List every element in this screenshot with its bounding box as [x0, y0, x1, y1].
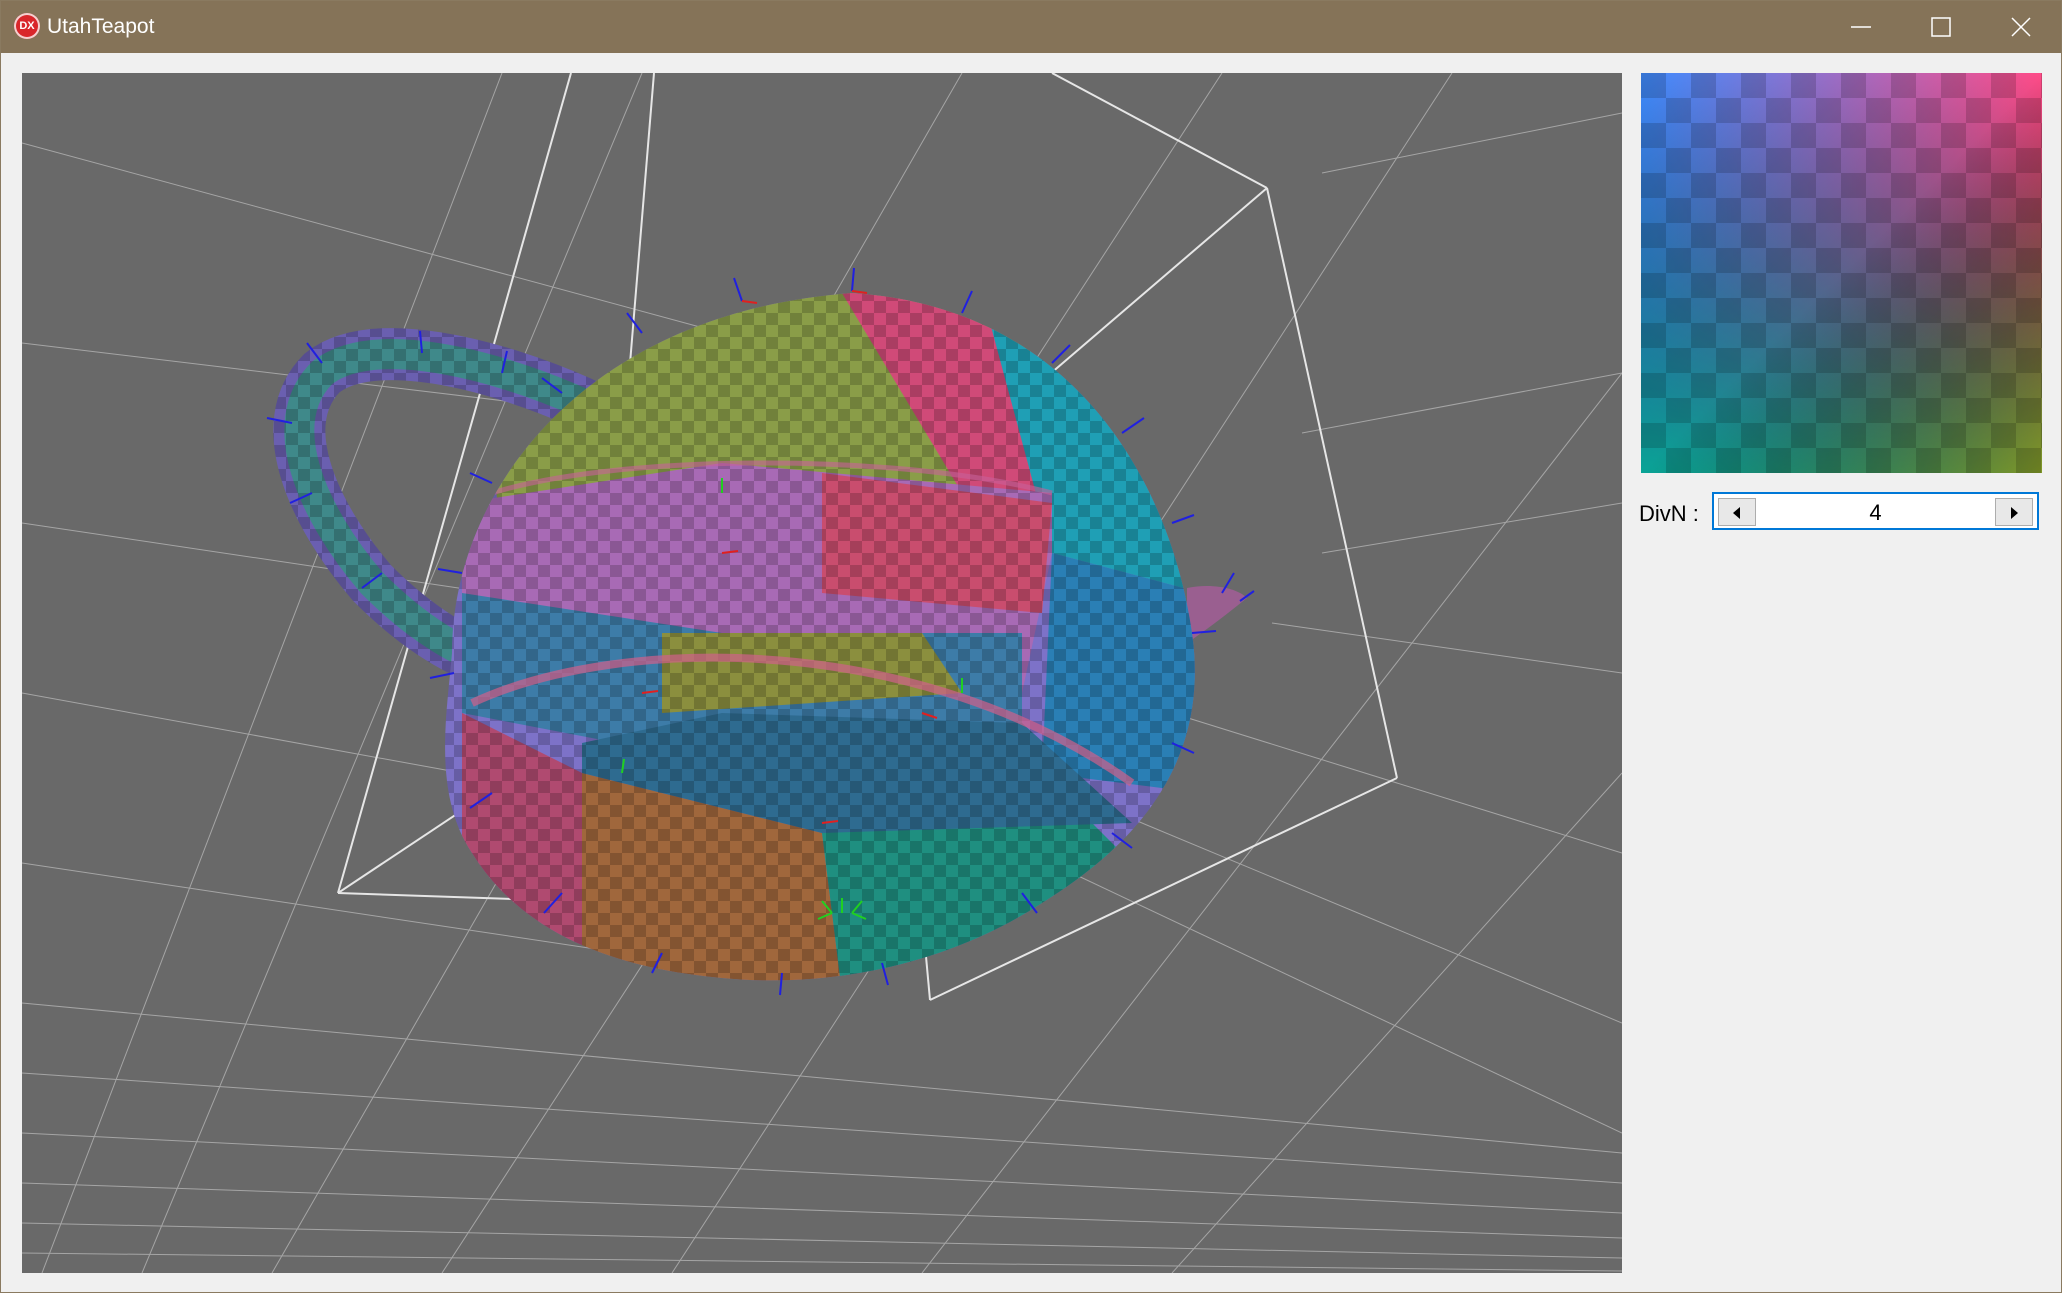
arrow-left-icon [1733, 507, 1740, 519]
app-window: DX UtahTeapot DivN: 4 [0, 0, 2062, 1293]
maximize-icon [1931, 17, 1951, 37]
close-icon [2011, 17, 2031, 37]
3d-viewport[interactable] [22, 73, 1622, 1273]
close-button[interactable] [1981, 1, 2061, 53]
divn-value[interactable]: 4 [1758, 500, 1993, 526]
app-icon: DX [14, 13, 40, 39]
arrow-right-icon [2011, 507, 2018, 519]
minimize-icon [1851, 26, 1871, 28]
title-bar[interactable]: DX UtahTeapot [1, 1, 2061, 53]
divn-label: DivN : [1639, 501, 1699, 526]
maximize-button[interactable] [1901, 1, 1981, 53]
increment-button[interactable] [1995, 498, 2033, 526]
decrement-button[interactable] [1718, 498, 1756, 526]
divn-spinner[interactable]: 4 [1712, 492, 2039, 530]
minimize-button[interactable] [1821, 1, 1901, 53]
texture-preview [1641, 73, 2042, 473]
teapot-spout [1187, 586, 1247, 643]
window-title: UtahTeapot [47, 15, 155, 38]
